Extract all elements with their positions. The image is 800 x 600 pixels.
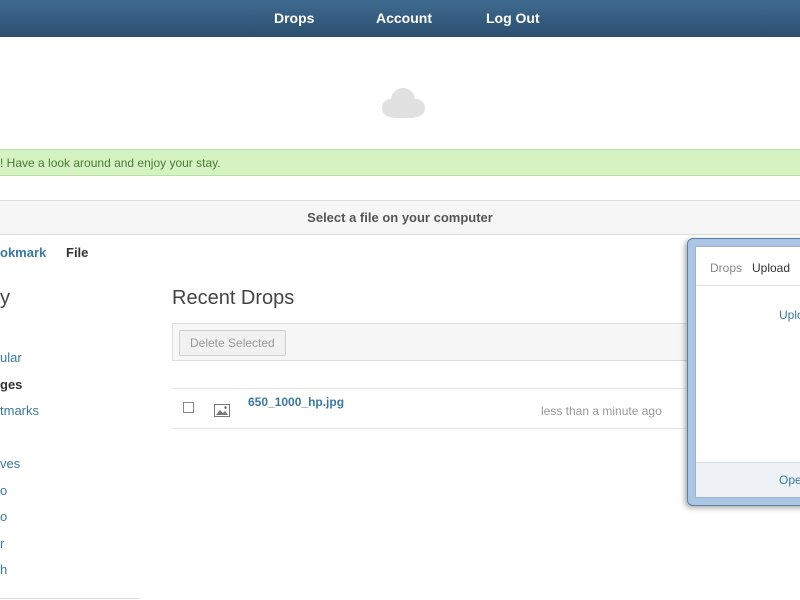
tab-file[interactable]: File [66,245,88,260]
cloud-icon [382,88,425,118]
popup-tab-upload[interactable]: Upload [752,261,790,275]
tab-bookmark[interactable]: okmark [0,245,46,260]
select-file-button[interactable]: Select a file on your computer [0,200,800,235]
sidebar-item-images[interactable]: ges [0,377,22,392]
drops-toolbar: Delete Selected [172,323,732,361]
delete-selected-button[interactable]: Delete Selected [179,330,286,356]
popup-window: Drops Upload Uplo Ope [687,238,800,506]
top-nav-bar: Drops Account Log Out [0,0,800,37]
popup-window-footer: Ope [696,462,800,497]
popup-open-link[interactable]: Ope [779,473,800,487]
sidebar-item-6[interactable]: o [0,509,7,524]
select-file-label: Select a file on your computer [307,210,493,225]
sidebar-item-popular[interactable]: ular [0,350,22,365]
sidebar-item-bookmarks[interactable]: tmarks [0,403,39,418]
popup-upload-link[interactable]: Uplo [779,308,800,322]
sidebar-title: y [0,287,10,309]
sidebar-item-7[interactable]: r [0,536,4,551]
welcome-notice: ! Have a look around and enjoy your stay… [0,149,800,176]
nav-drops[interactable]: Drops [274,10,314,26]
row-timestamp: less than a minute ago [541,404,662,418]
table-row: 650_1000_hp.jpg less than a minute ago [172,388,732,429]
page-title: Recent Drops [172,287,295,309]
file-name-link[interactable]: 650_1000_hp.jpg [248,395,344,409]
row-checkbox[interactable] [183,402,194,413]
popup-tab-drops[interactable]: Drops [710,261,742,275]
popup-window-tabs: Drops Upload [696,247,800,286]
sidebar-divider [0,598,140,599]
sidebar-item-8[interactable]: h [0,562,7,577]
nav-log-out[interactable]: Log Out [486,10,540,26]
sidebar-item-archives[interactable]: ves [0,456,20,471]
nav-account[interactable]: Account [376,10,432,26]
sidebar-item-5[interactable]: o [0,483,7,498]
popup-window-content: Drops Upload Uplo Ope [695,246,800,498]
welcome-notice-text: ! Have a look around and enjoy your stay… [0,156,221,170]
image-icon [214,404,230,417]
